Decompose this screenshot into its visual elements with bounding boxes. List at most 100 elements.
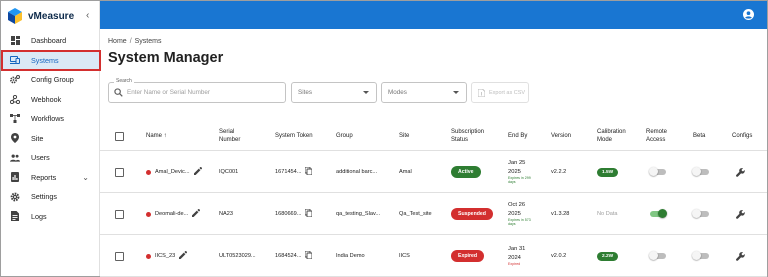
calibration-badge: 2.2W [597,251,619,261]
sidebar-item-config-group[interactable]: Config Group [1,70,99,90]
webhook-icon [10,94,20,104]
system-name[interactable]: IICS_23 [155,253,175,259]
remote-access-toggle[interactable] [649,151,666,193]
header-remote-access: Remote Access [646,121,667,151]
wrench-icon[interactable] [736,151,745,193]
brand[interactable]: vMeasure ‹ [1,1,99,31]
sidebar-item-label: Systems [31,55,59,65]
system-token: 1684524... [275,253,302,259]
remote-access-toggle[interactable] [650,193,667,235]
sidebar-item-dashboard[interactable]: Dashboard [1,31,99,51]
modes-placeholder: Modes [388,89,407,96]
remote-access-toggle[interactable] [649,235,666,277]
header-version: Version [551,132,572,139]
header-name[interactable]: Name ↑ [146,121,167,151]
pencil-icon[interactable] [192,208,201,219]
sidebar-item-webhook[interactable]: Webhook [1,90,99,110]
chevron-down-icon[interactable]: ⌄ [82,173,89,182]
sidebar-item-users[interactable]: Users [1,148,99,168]
report-icon [10,172,20,183]
header-subscription-line1: Subscription [451,128,485,135]
system-name-cell: Amal_Devic... [146,151,202,193]
beta-toggle[interactable] [692,193,709,235]
copy-icon[interactable] [305,250,313,261]
sidebar-item-label: Config Group [31,75,74,85]
dropdown-arrow-icon [453,91,459,94]
sidebar-item-label: Dashboard [31,36,67,46]
status-badge: Expired [451,250,485,262]
app-name: vMeasure [28,10,75,22]
sidebar-item-label: Users [31,153,50,163]
table-row[interactable]: IICS_23 ULT0523029... 1684524... India Demo… [100,235,767,277]
table-header: Name ↑ Serial Number System Token Group S… [100,121,767,151]
dropdown-arrow-icon [363,91,369,94]
subscription-status-cell: Expired [451,235,485,277]
end-date-line1: Oct 26 [508,202,526,209]
breadcrumb-home[interactable]: Home [108,38,127,45]
users-icon [10,153,20,163]
wrench-icon[interactable] [736,193,745,235]
gear-icon [10,192,20,202]
pencil-icon[interactable] [193,166,202,177]
chevron-left-icon[interactable]: ‹ [86,10,89,21]
header-serial-number: Serial Number [219,121,240,151]
sidebar-item-workflows[interactable]: Workflows [1,109,99,129]
sidebar-item-label: Workflows [31,114,65,124]
row-checkbox[interactable] [115,151,124,193]
copy-icon[interactable] [305,208,313,219]
beta-toggle[interactable] [692,235,709,277]
account-circle-icon[interactable] [743,9,754,20]
site-name: Qa_Test_site [399,211,432,217]
system-token-cell: 1671454... [275,151,313,193]
app-header [100,1,767,29]
pencil-icon[interactable] [179,250,188,261]
search-placeholder: Enter Name or Serial Number [127,89,210,96]
system-name[interactable]: Deomali-de... [155,211,188,217]
serial-number: ULT0523029... [219,253,256,259]
copy-icon[interactable] [305,166,313,177]
main-content: Home / Systems System Manager Search Enter… [100,29,767,277]
header-calibration-mode: Calibration Mode [597,121,626,151]
row-checkbox[interactable] [115,193,124,235]
table-row[interactable]: Deomali-de... NA23 1680669... qa_testing_Sl… [100,193,767,235]
sidebar-nav: Dashboard Systems Config Group Webhook W… [1,31,101,227]
sites-placeholder: Sites [298,89,312,96]
table-row[interactable]: Amal_Devic... IQC001 1671454... additional … [100,151,767,193]
system-token: 1671454... [275,169,302,175]
sidebar-item-reports[interactable]: Reports ⌄ [1,168,99,188]
beta-toggle[interactable] [692,151,709,193]
serial-number: IQC001 [219,169,239,175]
dashboard-icon [10,36,20,46]
workflow-icon [10,114,20,124]
sidebar-item-label: Reports [31,172,57,182]
header-serial-line2: Number [219,137,241,143]
system-name-cell: Deomali-de... [146,193,201,235]
end-date-line2: 2025 [508,168,521,175]
export-csv-button[interactable]: Export as CSV [471,82,529,103]
header-serial-line1: Serial [219,128,235,135]
group-name: qa_testing_Slav... [336,211,381,217]
sidebar-item-settings[interactable]: Settings [1,187,99,207]
row-checkbox[interactable] [115,235,124,277]
search-legend: Search [114,78,134,84]
location-pin-icon [10,133,20,144]
version: v2.0.2 [551,253,567,259]
sites-select[interactable]: Sites [291,82,377,103]
header-remote-line1: Remote [646,128,668,135]
wrench-icon[interactable] [736,235,745,277]
sidebar-item-systems[interactable]: Systems [1,49,101,71]
sidebar-item-site[interactable]: Site [1,129,99,149]
sidebar-item-logs[interactable]: Logs [1,207,99,227]
modes-select[interactable]: Modes [381,82,467,103]
search-input[interactable]: Search Enter Name or Serial Number [108,78,286,103]
select-all-checkbox[interactable] [115,121,124,151]
site-name: Amal [399,169,412,175]
header-subscription-line2: Status [451,137,469,143]
system-token: 1680669... [275,211,302,217]
system-name-cell: IICS_23 [146,235,188,277]
sidebar-item-label: Logs [31,211,47,221]
system-name[interactable]: Amal_Devic... [155,169,190,175]
end-date-line1: Jan 31 [508,246,526,253]
breadcrumb-current: Systems [134,38,162,45]
subscription-status-cell: Suspended [451,193,493,235]
